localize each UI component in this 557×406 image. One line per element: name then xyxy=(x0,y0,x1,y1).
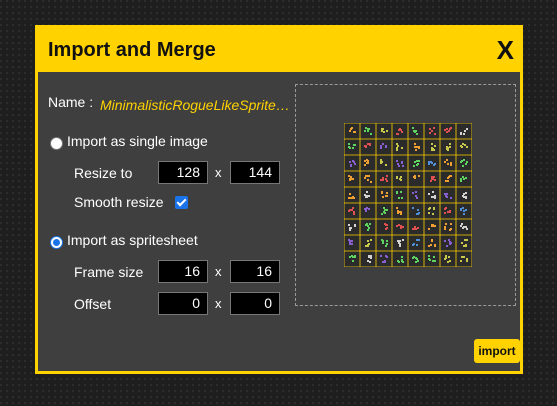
offset-y-input[interactable]: 0 xyxy=(230,292,280,315)
frame-width-input[interactable]: 16 xyxy=(158,260,208,283)
smooth-resize-label: Smooth resize xyxy=(74,194,164,210)
smooth-resize-checkbox[interactable] xyxy=(175,196,188,209)
offset-label: Offset xyxy=(74,296,112,312)
offset-x-input[interactable]: 0 xyxy=(158,292,208,315)
single-image-radio[interactable] xyxy=(50,137,63,150)
frame-x-separator: x xyxy=(215,264,222,279)
resize-x-separator: x xyxy=(215,165,222,180)
spritesheet-radio[interactable] xyxy=(50,236,63,249)
dialog-titlebar: Import and Merge X xyxy=(38,28,520,72)
frame-size-label: Frame size xyxy=(74,264,144,280)
frame-height-input[interactable]: 16 xyxy=(230,260,280,283)
resize-label: Resize to xyxy=(74,165,133,181)
dialog-title: Import and Merge xyxy=(48,39,216,61)
offset-x-separator: x xyxy=(215,296,222,311)
preview-area xyxy=(295,84,516,306)
single-image-label: Import as single image xyxy=(67,133,208,149)
import-button[interactable]: import xyxy=(474,339,520,363)
resize-height-input[interactable]: 144 xyxy=(230,161,280,184)
import-merge-dialog: Import and Merge X Name : MinimalisticRo… xyxy=(35,25,523,374)
resize-width-input[interactable]: 128 xyxy=(158,161,208,184)
name-value: MinimalisticRogueLikeSpritesheet… xyxy=(100,97,295,113)
name-label: Name : xyxy=(48,94,94,110)
spritesheet-preview-image xyxy=(344,123,472,267)
close-icon[interactable]: X xyxy=(497,35,514,65)
spritesheet-label: Import as spritesheet xyxy=(67,232,198,248)
